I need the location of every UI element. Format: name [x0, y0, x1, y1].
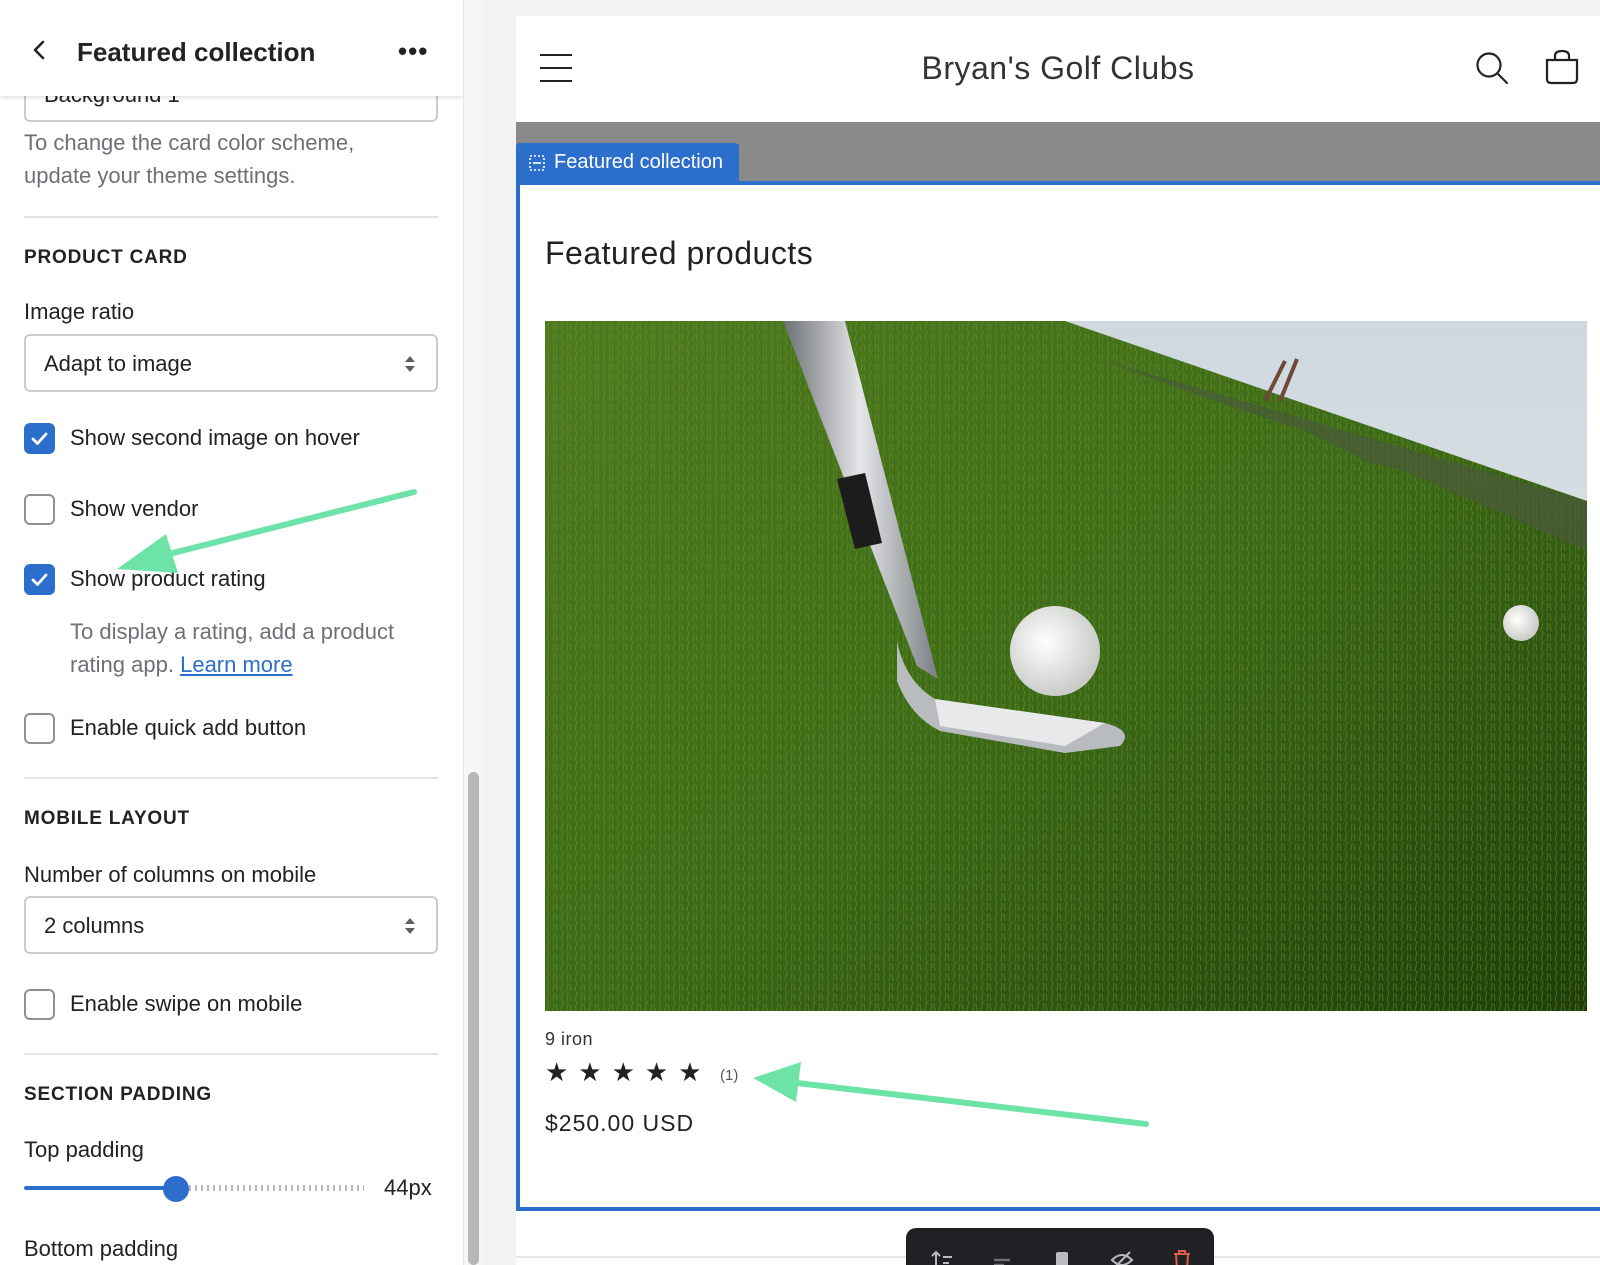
product-title[interactable]: 9 iron — [545, 1029, 593, 1050]
featured-title: Featured products — [545, 235, 814, 271]
select-arrows-icon — [405, 918, 415, 934]
featured-collection-tag-label: Featured collection — [554, 151, 723, 173]
cart-icon[interactable] — [1544, 48, 1580, 86]
rating-stars: ★★★★★ — [545, 1057, 712, 1087]
store-name[interactable]: Bryan's Golf Clubs — [516, 50, 1600, 87]
visibility-icon[interactable] — [1110, 1248, 1134, 1265]
image-ratio-select[interactable]: Adapt to image — [24, 334, 438, 392]
store-preview: Bryan's Golf Clubs Featured collection F… — [516, 16, 1600, 1265]
store-header: Bryan's Golf Clubs — [516, 16, 1600, 122]
rating-help-text-2: rating app. — [70, 652, 174, 677]
duplicate-icon[interactable] — [1050, 1248, 1074, 1265]
slider-fill — [24, 1186, 176, 1190]
top-padding-value: 44px — [384, 1175, 432, 1200]
swipe-mobile-label: Enable swipe on mobile — [70, 991, 303, 1016]
top-padding-label: Top padding — [24, 1137, 144, 1162]
product-card-heading: PRODUCT CARD — [24, 247, 188, 268]
mobile-layout-heading: MOBILE LAYOUT — [24, 808, 190, 829]
search-icon[interactable] — [1474, 50, 1510, 86]
settings-panel: Featured collection ••• Background 1 To … — [0, 0, 463, 1265]
select-arrows-icon — [405, 356, 415, 372]
quick-add-label: Enable quick add button — [70, 715, 307, 740]
show-second-image-checkbox[interactable] — [24, 423, 55, 454]
show-second-image-label: Show second image on hover — [70, 425, 360, 450]
learn-more-link[interactable]: Learn more — [180, 652, 293, 677]
slider-track — [189, 1185, 364, 1191]
product-price: $250.00 USD — [545, 1110, 695, 1136]
hide-icon[interactable] — [990, 1248, 1014, 1265]
show-rating-label: Show product rating — [70, 566, 266, 591]
panel-scrollbar-thumb[interactable] — [468, 772, 479, 1265]
show-vendor-checkbox[interactable] — [24, 494, 55, 525]
move-icon[interactable] — [930, 1248, 954, 1265]
image-ratio-label: Image ratio — [24, 299, 135, 324]
featured-collection-tag[interactable]: Featured collection — [516, 143, 739, 181]
show-vendor-label: Show vendor — [70, 496, 199, 521]
delete-icon[interactable] — [1170, 1248, 1194, 1265]
panel-title: Featured collection — [77, 37, 316, 67]
panel-header: Featured collection ••• — [0, 0, 463, 96]
rating-help-text: To display a rating, add a product — [70, 619, 395, 644]
card-color-help: To change the card color scheme, update … — [24, 130, 355, 188]
columns-mobile-select[interactable]: 2 columns — [24, 896, 438, 954]
section-padding-heading: SECTION PADDING — [24, 1084, 212, 1105]
quick-add-checkbox[interactable] — [24, 713, 55, 744]
slider-thumb[interactable] — [163, 1176, 189, 1202]
rating-count: (1) — [720, 1067, 739, 1084]
bottom-padding-label: Bottom padding — [24, 1236, 179, 1261]
divider — [24, 777, 438, 779]
chevron-left-icon[interactable] — [28, 38, 52, 62]
show-rating-checkbox[interactable] — [24, 564, 55, 595]
columns-mobile-label: Number of columns on mobile — [24, 862, 317, 887]
columns-mobile-value: 2 columns — [44, 913, 145, 938]
image-ratio-value: Adapt to image — [44, 351, 192, 376]
product-image[interactable] — [545, 321, 1587, 1011]
checkmark-icon — [31, 573, 48, 586]
divider — [24, 216, 438, 218]
featured-collection-section[interactable]: Featured products 9 iron ★★★★★ (1) $250.… — [516, 181, 1600, 1211]
divider — [24, 1053, 438, 1055]
top-padding-slider[interactable] — [24, 1176, 369, 1202]
checkmark-icon — [31, 432, 48, 445]
section-toolbar — [906, 1228, 1214, 1265]
section-icon — [529, 154, 545, 171]
rating-help: To display a rating, add a product ratin… — [70, 615, 440, 681]
more-horizontal-icon[interactable]: ••• — [398, 36, 428, 67]
swipe-mobile-checkbox[interactable] — [24, 989, 55, 1020]
